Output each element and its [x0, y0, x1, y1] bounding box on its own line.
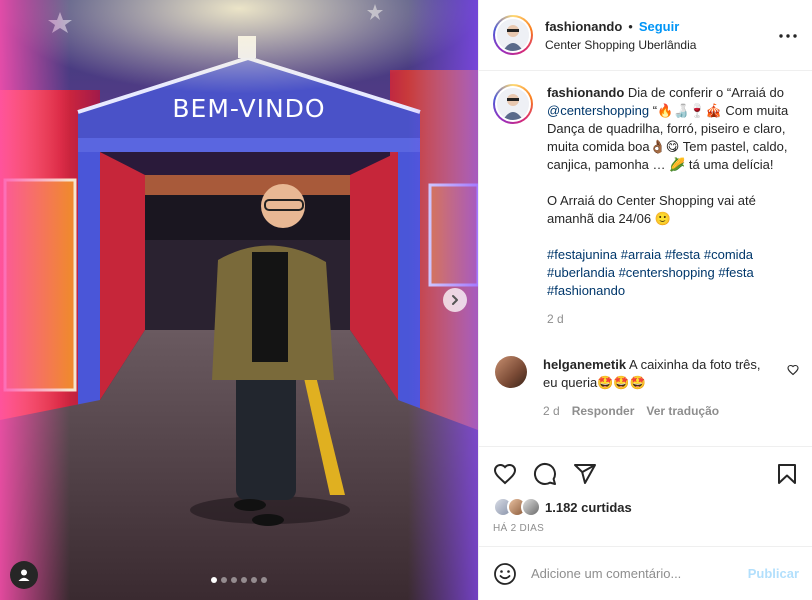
- hashtag-link[interactable]: #festajunina: [547, 247, 617, 262]
- user-tag-icon: [18, 569, 30, 581]
- commenter-username[interactable]: helganemetik: [543, 357, 626, 372]
- save-button[interactable]: [775, 462, 799, 486]
- publish-button[interactable]: Publicar: [748, 566, 799, 581]
- share-icon: [574, 464, 596, 484]
- caption-username[interactable]: fashionando: [547, 85, 624, 100]
- avatar-illustration: [497, 19, 529, 51]
- chevron-right-icon: [452, 295, 458, 305]
- likes-count[interactable]: 1.182 curtidas: [545, 500, 632, 515]
- caption-age[interactable]: 2 d: [547, 310, 799, 328]
- caption-hashtags: #festajunina #arraia #festa #comida #ube…: [547, 246, 799, 300]
- comments-section[interactable]: fashionando Dia de conferir o “Arraiá do…: [479, 72, 812, 444]
- mention-link[interactable]: @centershopping: [547, 103, 649, 118]
- bookmark-icon: [778, 464, 796, 484]
- hashtag-link[interactable]: #centershopping: [619, 265, 715, 280]
- caption-author-avatar[interactable]: [493, 84, 533, 124]
- liker-avatar: [521, 497, 541, 517]
- post-photo: BEM-VINDO: [0, 0, 478, 600]
- post-actions: 1.182 curtidas HÁ 2 DIAS: [479, 446, 812, 534]
- carousel-indicator: [211, 577, 267, 583]
- caption-paragraph-2: O Arraiá do Center Shopping vai até aman…: [547, 193, 756, 226]
- reply-button[interactable]: Responder: [572, 402, 635, 420]
- comment-input[interactable]: [531, 566, 748, 581]
- liker-avatars: [493, 497, 541, 517]
- user-tags-button[interactable]: [10, 561, 38, 589]
- emoji-button[interactable]: [493, 562, 517, 586]
- author-username[interactable]: fashionando: [545, 19, 622, 34]
- hashtag-link[interactable]: #festa: [718, 265, 753, 280]
- avatar-illustration: [497, 88, 529, 120]
- carousel-dot: [221, 577, 227, 583]
- hashtag-link[interactable]: #fashionando: [547, 283, 625, 298]
- post-time[interactable]: HÁ 2 DIAS: [493, 523, 799, 534]
- follow-button[interactable]: Seguir: [639, 19, 679, 34]
- carousel-dot: [241, 577, 247, 583]
- like-button[interactable]: [493, 462, 517, 486]
- share-button[interactable]: [573, 462, 597, 486]
- emoji-icon: [494, 562, 516, 585]
- more-icon: [779, 34, 797, 38]
- comment-composer: Publicar: [479, 546, 812, 600]
- separator-dot: •: [628, 18, 633, 34]
- carousel-dot: [231, 577, 237, 583]
- commenter-avatar[interactable]: [495, 356, 527, 388]
- author-avatar[interactable]: [493, 15, 533, 55]
- hashtag-link[interactable]: #uberlandia: [547, 265, 615, 280]
- post-header: fashionando • Seguir Center Shopping Ube…: [479, 0, 812, 71]
- hashtag-link[interactable]: #arraia: [621, 247, 661, 262]
- like-comment-button[interactable]: [787, 364, 799, 379]
- caption-paragraph-1: fashionando Dia de conferir o “Arraiá do…: [547, 84, 799, 174]
- comment-age[interactable]: 2 d: [543, 402, 560, 420]
- welcome-sign: BEM-VINDO: [172, 94, 325, 123]
- instagram-post-view: BEM-VINDO fashionando • Seguir Center Sh…: [0, 0, 812, 600]
- comment-button[interactable]: [533, 462, 557, 486]
- carousel-dot: [211, 577, 217, 583]
- hashtag-link[interactable]: #comida: [704, 247, 753, 262]
- likes-summary[interactable]: 1.182 curtidas: [493, 497, 799, 517]
- post-sidebar: fashionando • Seguir Center Shopping Ube…: [478, 0, 812, 600]
- post-media[interactable]: BEM-VINDO: [0, 0, 478, 600]
- post-location[interactable]: Center Shopping Uberlândia: [545, 38, 696, 52]
- caption-text-1: Dia de conferir o “Arraiá do: [627, 85, 784, 100]
- comment-icon: [533, 462, 556, 485]
- more-options-button[interactable]: [778, 26, 798, 46]
- heart-icon: [493, 463, 517, 485]
- carousel-dot: [261, 577, 267, 583]
- comment-item: helganemetik A caixinha da foto três, eu…: [493, 356, 799, 420]
- post-caption: fashionando Dia de conferir o “Arraiá do…: [493, 84, 799, 328]
- heart-icon: [787, 364, 799, 376]
- hashtag-link[interactable]: #festa: [665, 247, 700, 262]
- next-image-button[interactable]: [443, 288, 467, 312]
- see-translation-button[interactable]: Ver tradução: [646, 402, 719, 420]
- carousel-dot: [251, 577, 257, 583]
